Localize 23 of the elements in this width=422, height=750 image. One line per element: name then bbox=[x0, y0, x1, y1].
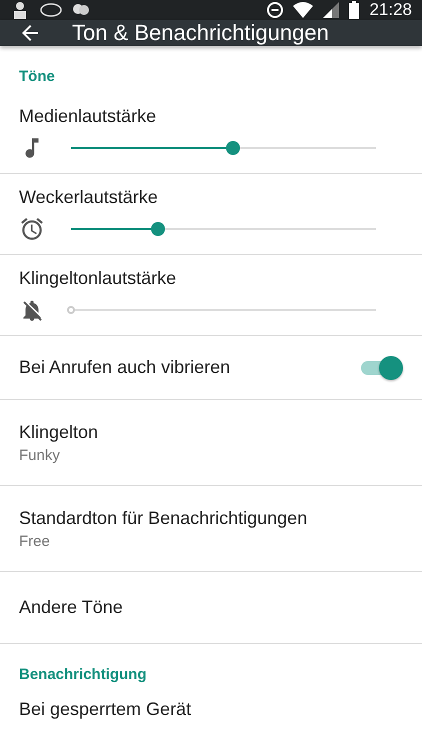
toolbar-title: Ton & Benachrichtigungen bbox=[72, 20, 329, 46]
battery-icon bbox=[349, 1, 360, 19]
do-not-disturb-icon bbox=[267, 2, 284, 18]
setting-title[interactable]: Klingelton bbox=[19, 422, 403, 442]
wifi-icon bbox=[293, 2, 314, 18]
notification-icon bbox=[40, 2, 62, 18]
setting-summary: Funky bbox=[19, 446, 61, 464]
setting-title: Weckerlautstärke bbox=[19, 186, 159, 208]
section-header: Töne bbox=[18, 67, 56, 87]
setting-title: Bei Anrufen auch vibrieren bbox=[19, 357, 230, 378]
signal-icon bbox=[323, 2, 340, 18]
setting-title[interactable]: Andere Töne bbox=[19, 597, 403, 618]
setting-title: Klingeltonlautstärke bbox=[19, 268, 178, 288]
toggle-switch[interactable] bbox=[359, 354, 403, 380]
setting-title: Medienlautstärke bbox=[19, 106, 158, 126]
section-header: Benachrichtigung bbox=[18, 665, 148, 685]
setting-title[interactable]: Standardton für Benachrichtigungen bbox=[19, 508, 403, 528]
setting-summary: Free bbox=[19, 532, 51, 550]
setting-title[interactable]: Bei gesperrtem Gerät bbox=[19, 699, 403, 720]
slider-thumb[interactable] bbox=[226, 140, 240, 154]
status-time: 21:28 bbox=[369, 0, 412, 20]
slider-thumb[interactable] bbox=[150, 222, 165, 236]
alarm-clock-icon bbox=[19, 216, 45, 242]
